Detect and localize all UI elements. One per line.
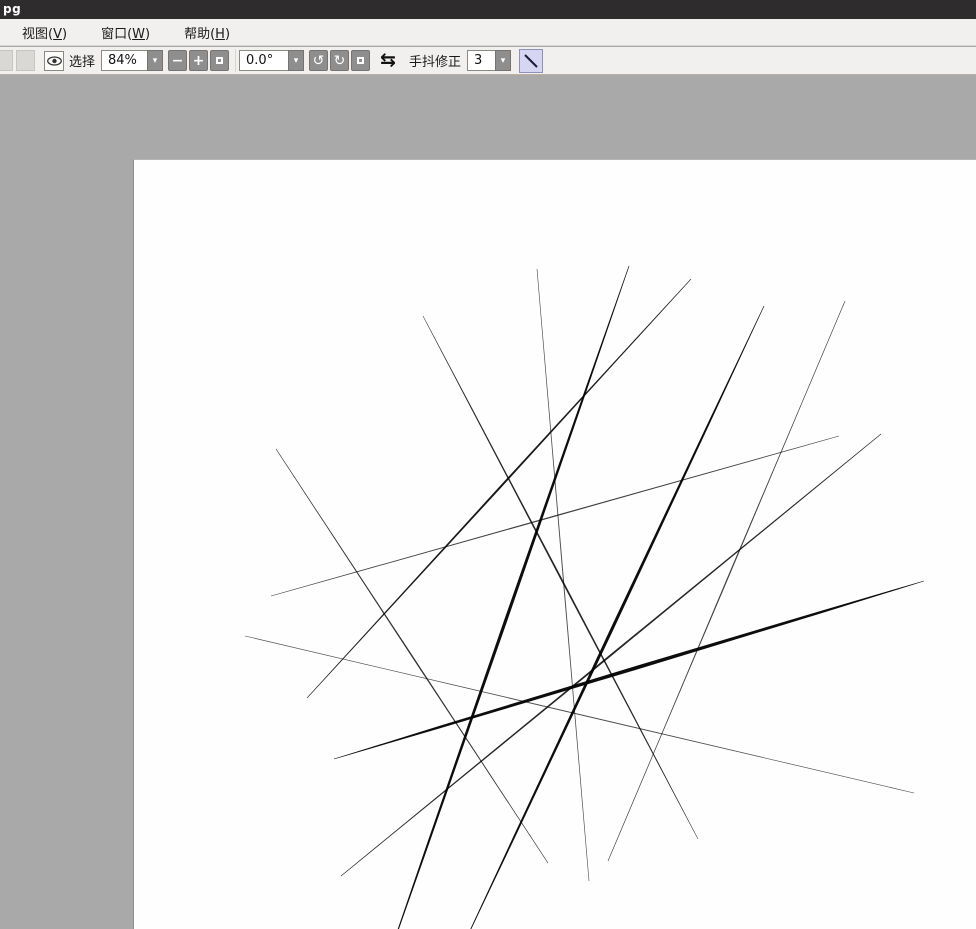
rotate-ccw-button[interactable]: ↺: [309, 50, 328, 71]
toolbar-separator: [235, 49, 236, 72]
menu-bar: 视图(V) 窗口(W) 帮助(H): [0, 19, 976, 46]
minus-icon: −: [172, 54, 184, 68]
line-tool-button[interactable]: [519, 49, 543, 73]
pen-stroke: [276, 449, 548, 863]
workspace: [0, 75, 976, 929]
line-tool-icon: [520, 50, 542, 72]
rotation-input[interactable]: 0.0°: [239, 50, 288, 71]
zoom-input[interactable]: 84%: [101, 50, 147, 71]
rotation-reset-button[interactable]: [351, 50, 370, 71]
zoom-out-button[interactable]: −: [168, 50, 187, 71]
chevron-down-icon: ▾: [153, 56, 158, 66]
zoom-dropdown-button[interactable]: ▾: [147, 50, 163, 71]
rotate-ccw-icon: ↺: [313, 54, 325, 68]
reset-zoom-icon: [216, 57, 223, 64]
pen-stroke: [537, 269, 590, 881]
pen-stroke: [382, 266, 630, 929]
pen-stroke: [423, 316, 698, 839]
stabilizer-input[interactable]: 3: [467, 50, 495, 71]
zoom-reset-button[interactable]: [210, 50, 229, 71]
toolbar-disabled-button-2: [16, 50, 35, 71]
toolbar-disabled-button-1: [0, 50, 13, 71]
rotation-combo: 0.0° ▾: [239, 50, 304, 71]
flip-arrows-icon: ⇆: [380, 49, 396, 71]
selection-visibility-button[interactable]: [44, 51, 64, 71]
select-label: 选择: [69, 51, 95, 70]
menu-help[interactable]: 帮助(H): [180, 21, 234, 44]
stabilizer-label: 手抖修正: [409, 51, 461, 70]
zoom-combo: 84% ▾: [101, 50, 163, 71]
chevron-down-icon: ▾: [501, 56, 506, 66]
menu-window[interactable]: 窗口(W): [97, 21, 154, 44]
flip-horizontal-button[interactable]: ⇆: [380, 51, 396, 70]
window-title-bar[interactable]: pg: [0, 0, 976, 19]
drawing-canvas[interactable]: [133, 159, 976, 929]
stabilizer-combo: 3 ▾: [467, 50, 511, 71]
rotate-cw-button[interactable]: ↻: [330, 50, 349, 71]
plus-icon: +: [193, 54, 205, 68]
stabilizer-dropdown-button[interactable]: ▾: [495, 50, 511, 71]
rotation-dropdown-button[interactable]: ▾: [288, 50, 304, 71]
chevron-down-icon: ▾: [294, 56, 299, 66]
menu-view[interactable]: 视图(V): [18, 21, 71, 44]
window-title: pg: [3, 2, 21, 16]
zoom-in-button[interactable]: +: [189, 50, 208, 71]
reset-rotation-icon: [357, 57, 364, 64]
rotate-cw-icon: ↻: [334, 54, 346, 68]
toolbar: 选择 84% ▾ − + 0.0° ▾ ↺ ↻ ⇆ 手抖修正 3 ▾: [0, 47, 976, 74]
pen-stroke: [334, 581, 924, 760]
pen-strokes-layer: [134, 160, 976, 929]
eye-icon: [47, 56, 62, 66]
